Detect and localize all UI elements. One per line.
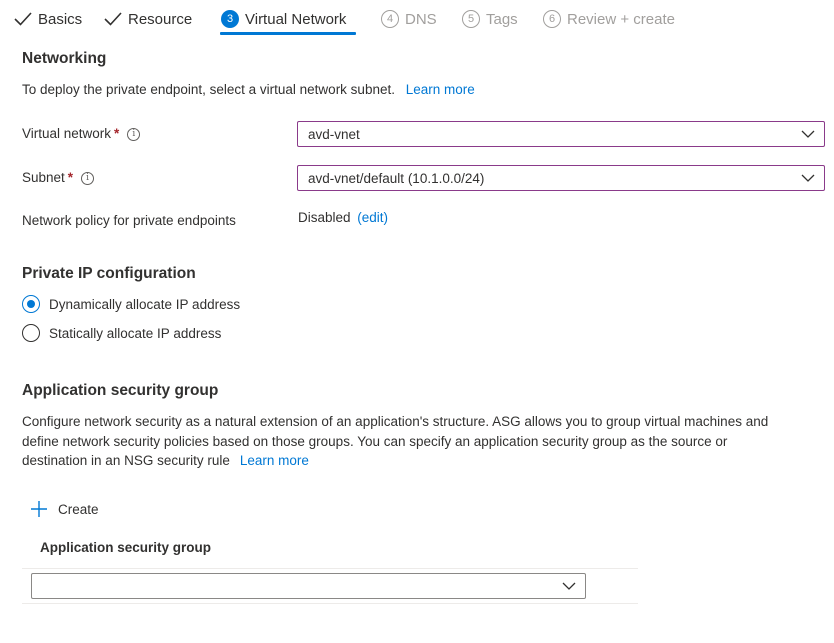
- asg-description: Configure network security as a natural …: [22, 412, 822, 471]
- description-text: destination in an NSG security rule: [22, 453, 230, 468]
- network-policy-label: Network policy for private endpoints: [22, 213, 236, 228]
- radio-button[interactable]: [22, 324, 40, 342]
- radio-label: Dynamically allocate IP address: [49, 296, 241, 312]
- step-number-icon: 5: [462, 10, 480, 28]
- virtual-network-label: Virtual network * i: [22, 126, 141, 141]
- policy-edit-link[interactable]: (edit): [357, 210, 388, 225]
- create-asg-button[interactable]: Create: [30, 500, 99, 518]
- radio-dynamic-ip[interactable]: Dynamically allocate IP address: [22, 295, 240, 313]
- learn-more-link[interactable]: Learn more: [406, 82, 475, 97]
- policy-status: Disabled: [298, 210, 351, 225]
- checkmark-icon: [14, 12, 32, 26]
- tab-label: Tags: [486, 10, 518, 28]
- tab-label: Basics: [38, 10, 83, 28]
- asg-heading: Application security group: [22, 382, 219, 399]
- network-policy-value: Disabled (edit): [298, 210, 388, 225]
- step-number-icon: 3: [221, 10, 239, 28]
- dropdown-value: avd-vnet/default (10.1.0.0/24): [308, 170, 485, 186]
- networking-heading: Networking: [22, 50, 107, 67]
- subnet-label: Subnet * i: [22, 170, 95, 185]
- description-line-3: destination in an NSG security rule Learn…: [22, 451, 822, 471]
- learn-more-link[interactable]: Learn more: [240, 453, 309, 468]
- required-asterisk: *: [114, 126, 120, 141]
- info-icon[interactable]: i: [127, 127, 141, 141]
- tab-label: DNS: [405, 10, 437, 28]
- description-text: To deploy the private endpoint, select a…: [22, 82, 395, 97]
- subnet-dropdown[interactable]: avd-vnet/default (10.1.0.0/24): [297, 165, 825, 191]
- chevron-down-icon: [801, 174, 815, 182]
- tab-dns[interactable]: 4 DNS: [381, 0, 437, 38]
- networking-description: To deploy the private endpoint, select a…: [22, 82, 475, 97]
- table-divider: [22, 603, 638, 604]
- tab-basics[interactable]: Basics: [14, 0, 82, 38]
- plus-icon: [31, 501, 47, 517]
- required-asterisk: *: [67, 170, 74, 185]
- dropdown-value: avd-vnet: [308, 126, 360, 142]
- info-icon[interactable]: i: [81, 171, 95, 185]
- asg-dropdown[interactable]: [31, 573, 586, 599]
- field-label: Subnet: [22, 170, 65, 185]
- chevron-down-icon: [562, 582, 576, 590]
- tab-label: Review + create: [567, 10, 675, 28]
- tab-resource[interactable]: Resource: [104, 0, 192, 38]
- tab-label: Virtual Network: [245, 10, 347, 28]
- tab-label: Resource: [128, 10, 193, 28]
- radio-label: Statically allocate IP address: [49, 325, 222, 341]
- private-ip-heading: Private IP configuration: [22, 265, 196, 282]
- step-number-icon: 6: [543, 10, 561, 28]
- chevron-down-icon: [801, 130, 815, 138]
- active-tab-indicator: [220, 32, 356, 35]
- radio-static-ip[interactable]: Statically allocate IP address: [22, 324, 221, 342]
- asg-column-header: Application security group: [40, 540, 212, 555]
- table-divider: [22, 568, 638, 569]
- virtual-network-dropdown[interactable]: avd-vnet: [297, 121, 825, 147]
- description-line: define network security policies based o…: [22, 433, 728, 449]
- tab-review-create[interactable]: 6 Review + create: [543, 0, 675, 38]
- radio-button-selected[interactable]: [22, 295, 40, 313]
- description-line: Configure network security as a natural …: [22, 414, 769, 429]
- step-number-icon: 4: [381, 10, 399, 28]
- checkmark-icon: [104, 12, 122, 26]
- field-label: Virtual network: [22, 126, 112, 141]
- create-label: Create: [58, 501, 99, 517]
- tab-tags[interactable]: 5 Tags: [462, 0, 518, 38]
